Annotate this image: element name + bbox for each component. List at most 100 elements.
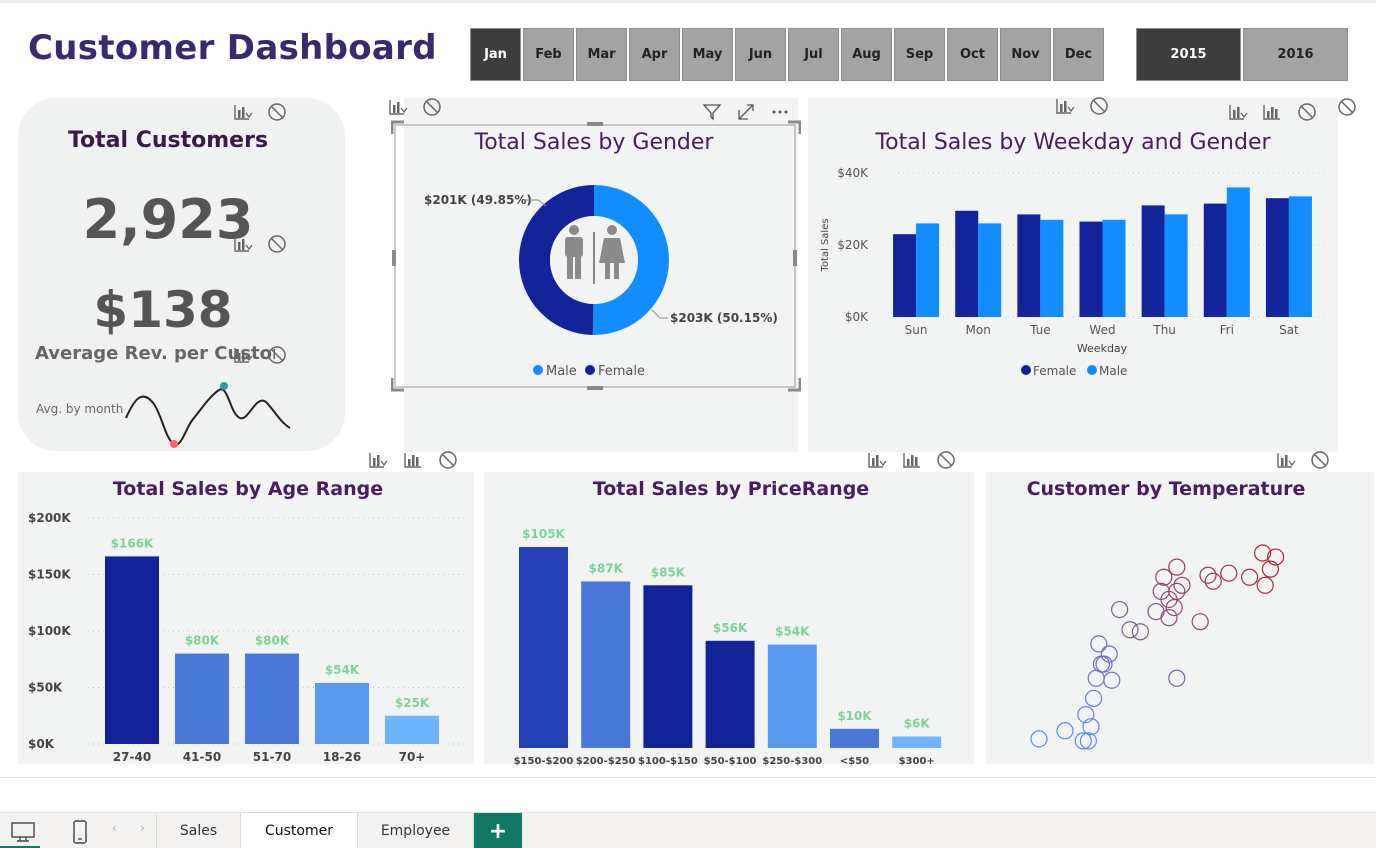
visual-options-icon[interactable] <box>1274 448 1298 472</box>
no-interaction-icon[interactable] <box>1087 94 1111 118</box>
bar-male-sat[interactable] <box>1288 196 1312 317</box>
visual-options-icon[interactable] <box>1053 94 1077 118</box>
scatter-point[interactable] <box>1103 671 1121 689</box>
scatter-point[interactable] <box>1084 689 1103 708</box>
bar-male-wed[interactable] <box>1102 219 1126 317</box>
scatter-point[interactable] <box>1090 635 1108 653</box>
scatter-point[interactable] <box>1155 568 1173 586</box>
bar-male-thu[interactable] <box>1164 214 1188 317</box>
scatter-point[interactable] <box>1168 669 1186 687</box>
bar-female-mon[interactable] <box>955 210 979 317</box>
sparkline-label: Avg. by month <box>36 402 124 416</box>
visual-options-icon[interactable] <box>231 343 255 367</box>
resize-handle-left[interactable] <box>392 250 396 266</box>
month-button-aug[interactable]: Aug <box>841 28 892 81</box>
filter-icon[interactable] <box>700 100 724 124</box>
tab-scroll-left[interactable]: ‹ <box>112 821 117 835</box>
month-button-jan[interactable]: Jan <box>470 28 521 81</box>
bar-price-6[interactable] <box>892 736 942 748</box>
no-interaction-icon[interactable] <box>1335 95 1359 119</box>
bar-age-27-40[interactable] <box>105 556 159 744</box>
add-page-button[interactable]: + <box>474 813 522 848</box>
month-button-jul[interactable]: Jul <box>788 28 839 81</box>
x-tick-label: Wed <box>1089 323 1115 337</box>
month-button-oct[interactable]: Oct <box>947 28 998 81</box>
data-label: $54K <box>775 625 810 639</box>
scatter-point[interactable] <box>1220 564 1238 582</box>
bar-age-18-26[interactable] <box>315 682 369 744</box>
bar-female-wed[interactable] <box>1079 221 1103 317</box>
no-interaction-icon[interactable] <box>436 448 460 472</box>
bar-price-3[interactable] <box>705 640 755 748</box>
mobile-icon[interactable] <box>70 819 90 845</box>
bar-price-0[interactable] <box>519 547 568 748</box>
no-interaction-icon[interactable] <box>1295 100 1319 124</box>
tab-scroll-right[interactable]: › <box>140 821 145 835</box>
visual-options-icon[interactable] <box>231 232 255 256</box>
visual-options-icon[interactable] <box>366 448 390 472</box>
visual-options-icon[interactable] <box>231 100 255 124</box>
month-button-nov[interactable]: Nov <box>1000 28 1051 81</box>
scatter-point[interactable] <box>1100 645 1118 663</box>
scatter-point[interactable] <box>1241 568 1259 586</box>
bar-female-sun[interactable] <box>893 234 917 317</box>
no-interaction-icon[interactable] <box>420 95 444 119</box>
scatter-point[interactable] <box>1111 600 1129 619</box>
more-options-icon[interactable] <box>768 100 792 124</box>
no-interaction-icon[interactable] <box>1308 448 1332 472</box>
bar-female-fri[interactable] <box>1203 203 1227 317</box>
tab-sales[interactable]: Sales <box>156 813 241 848</box>
bar-price-4[interactable] <box>767 644 817 748</box>
bar-chart-icon[interactable] <box>1260 100 1284 124</box>
no-interaction-icon[interactable] <box>265 343 289 367</box>
year-button-2016[interactable]: 2016 <box>1243 28 1348 81</box>
no-interaction-icon[interactable] <box>265 232 289 256</box>
sparkline-min-point <box>170 440 178 448</box>
year-button-2015[interactable]: 2015 <box>1136 28 1241 81</box>
bar-age-70+[interactable] <box>385 715 439 744</box>
bar-female-sat[interactable] <box>1265 198 1289 317</box>
bar-age-51-70[interactable] <box>245 653 299 744</box>
scatter-point[interactable] <box>1056 722 1074 740</box>
resize-handle-top[interactable] <box>587 122 603 126</box>
x-tick-label: $300+ <box>899 756 935 767</box>
scatter-point[interactable] <box>1131 623 1149 641</box>
visual-options-icon[interactable] <box>386 95 410 119</box>
bar-chart-icon[interactable] <box>401 448 425 472</box>
month-button-sep[interactable]: Sep <box>894 28 945 81</box>
desktop-icon[interactable] <box>10 821 38 843</box>
bar-chart-icon[interactable] <box>900 448 924 472</box>
scatter-point[interactable] <box>1191 613 1209 631</box>
gender-chart-title: Total Sales by Gender <box>474 130 714 155</box>
focus-mode-icon[interactable] <box>734 100 758 124</box>
bar-price-5[interactable] <box>830 728 879 748</box>
no-interaction-icon[interactable] <box>934 448 958 472</box>
month-button-jun[interactable]: Jun <box>735 28 786 81</box>
bar-age-41-50[interactable] <box>175 653 229 744</box>
scatter-point[interactable] <box>1030 730 1048 748</box>
month-button-feb[interactable]: Feb <box>523 28 574 81</box>
bar-male-mon[interactable] <box>978 223 1002 317</box>
scatter-point[interactable] <box>1121 621 1139 639</box>
y-tick-label: $20K <box>837 238 869 252</box>
bar-male-tue[interactable] <box>1040 219 1064 317</box>
bar-male-fri[interactable] <box>1226 187 1250 317</box>
bar-female-thu[interactable] <box>1141 205 1165 317</box>
bar-male-sun[interactable] <box>916 223 940 317</box>
no-interaction-icon[interactable] <box>265 100 289 124</box>
bar-price-1[interactable] <box>581 581 631 748</box>
bar-female-tue[interactable] <box>1017 214 1041 317</box>
bar-price-2[interactable] <box>643 585 693 748</box>
tab-customer[interactable]: Customer <box>241 813 358 848</box>
month-button-may[interactable]: May <box>682 28 733 81</box>
visual-options-icon[interactable] <box>865 448 889 472</box>
month-button-mar[interactable]: Mar <box>576 28 627 81</box>
scatter-point[interactable] <box>1168 558 1186 576</box>
scatter-point[interactable] <box>1256 576 1274 594</box>
visual-options-icon[interactable] <box>1226 100 1250 124</box>
y-tick-label: $0K <box>28 737 55 751</box>
month-button-apr[interactable]: Apr <box>629 28 680 81</box>
tab-employee[interactable]: Employee <box>358 813 474 848</box>
month-button-dec[interactable]: Dec <box>1053 28 1104 81</box>
scatter-point[interactable] <box>1160 609 1178 627</box>
